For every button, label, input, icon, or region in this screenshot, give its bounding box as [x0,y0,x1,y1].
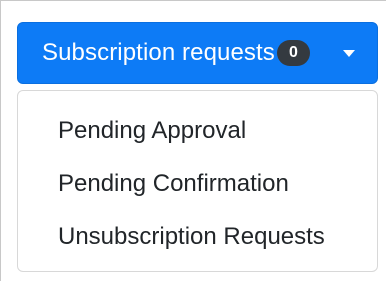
menu-item-pending-confirmation[interactable]: Pending Confirmation [58,170,289,198]
menu-item-pending-approval[interactable]: Pending Approval [58,117,246,145]
dropdown-menu: Pending Approval Pending Confirmation Un… [17,90,378,272]
menu-item-unsubscription-requests[interactable]: Unsubscription Requests [58,223,325,251]
request-count-badge: 0 [276,40,310,66]
caret-down-icon [343,50,355,57]
dropdown-label: Subscription requests [42,39,275,66]
subscription-requests-dropdown-button[interactable]: Subscription requests 0 [17,22,378,84]
